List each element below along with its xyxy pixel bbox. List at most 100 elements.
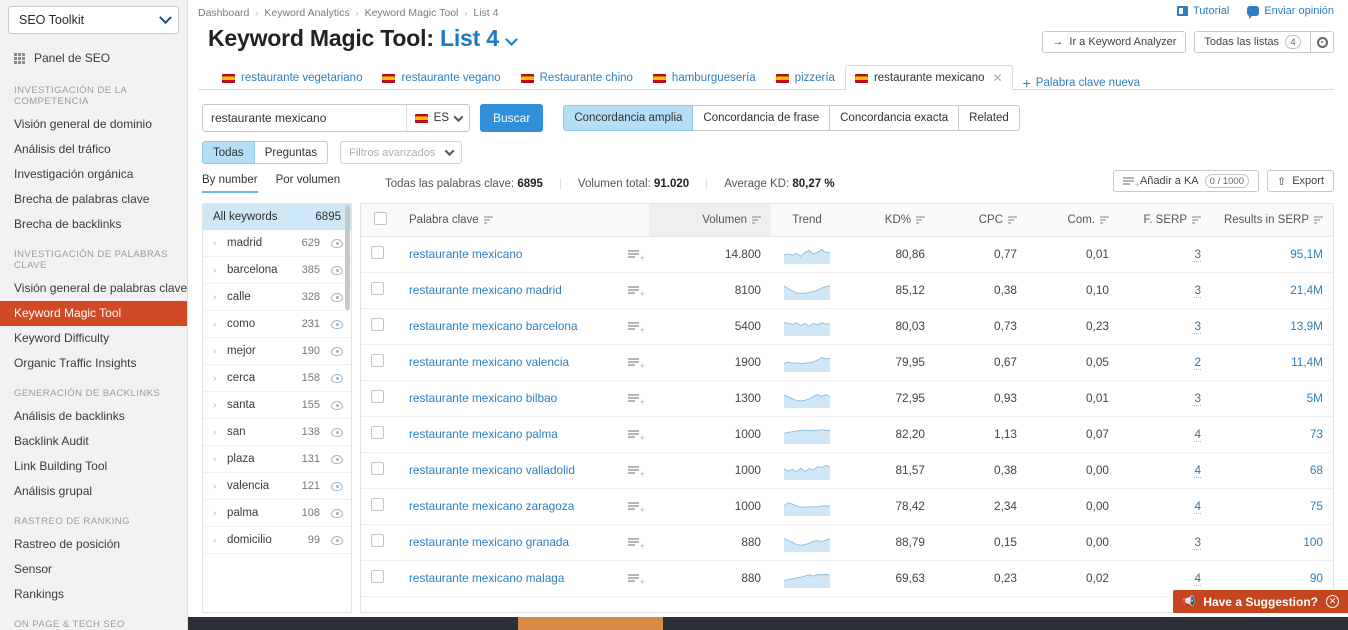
add-to-list-icon[interactable] [628,502,645,514]
keyword-link[interactable]: restaurante mexicano madrid [409,283,562,297]
row-checkbox[interactable] [371,570,384,583]
eye-icon[interactable] [331,535,343,545]
row-checkbox[interactable] [371,498,384,511]
keyword-link[interactable]: restaurante mexicano palma [409,427,558,441]
eye-icon[interactable] [331,238,343,248]
table-row[interactable]: restaurante mexicano valladolid 1000 81,57… [361,452,1333,489]
keyword-link[interactable]: restaurante mexicano [409,247,522,261]
sidebar-item-visi-n-general-de-dominio[interactable]: Visión general de dominio [0,112,187,137]
scrollbar-thumb[interactable] [518,617,663,630]
stats-tab-by-number[interactable]: By number [202,174,258,193]
table-row[interactable]: restaurante mexicano valencia190079,950,… [361,344,1333,381]
eye-icon[interactable] [331,508,343,518]
sidebar-item-brecha-de-backlinks[interactable]: Brecha de backlinks [0,212,187,237]
keyword-link[interactable]: restaurante mexicano barcelona [409,319,578,333]
keyword-link[interactable]: restaurante mexicano malaga [409,571,564,585]
filter-pill-todas[interactable]: Todas [202,141,255,164]
lists-settings-button[interactable] [1311,31,1334,53]
group-row[interactable]: › madrid 629 [203,230,351,257]
serp-features-link[interactable]: 3 [1194,535,1201,550]
keyword-tab[interactable]: restaurante vegetariano [212,65,372,90]
keyword-link[interactable]: restaurante mexicano granada [409,535,569,549]
row-checkbox[interactable] [371,318,384,331]
eye-icon[interactable] [331,292,343,302]
list-chevron-down-icon[interactable] [505,33,518,46]
results-link[interactable]: 73 [1310,427,1323,441]
chevron-right-icon[interactable]: › [213,265,221,276]
breadcrumb-item[interactable]: Keyword Magic Tool [365,7,459,19]
table-row[interactable]: restaurante mexicano bilbao 1300 72,950,93… [361,380,1333,417]
group-row[interactable]: › palma 108 [203,500,351,527]
serp-features-link[interactable]: 4 [1194,571,1201,586]
chevron-right-icon[interactable]: › [213,346,221,357]
group-row[interactable]: › san 138 [203,419,351,446]
add-to-list-icon[interactable] [628,394,645,406]
breadcrumb-item[interactable]: Keyword Analytics [264,7,349,19]
serp-features-link[interactable]: 3 [1194,319,1201,334]
sidebar-item-keyword-magic-tool[interactable]: Keyword Magic Tool [0,301,187,326]
eye-icon[interactable] [331,346,343,356]
advanced-filters-select[interactable]: Filtros avanzados [340,141,463,164]
serp-features-link[interactable]: 3 [1194,283,1201,298]
tutorial-link[interactable]: Tutorial [1177,5,1229,17]
col-kd[interactable]: KD% [843,204,935,237]
export-button[interactable]: ⇧ Export [1266,170,1334,192]
keyword-tab[interactable]: pizzería [766,65,845,90]
table-row[interactable]: restaurante mexicano barcelona540080,030… [361,308,1333,345]
keyword-tab[interactable]: restaurante mexicano ✕ [844,65,1013,90]
results-link[interactable]: 68 [1310,463,1323,477]
row-checkbox[interactable] [371,426,384,439]
col-cpc[interactable]: CPC [935,204,1027,237]
row-checkbox[interactable] [371,462,384,475]
group-row[interactable]: › calle 328 [203,284,351,311]
group-row[interactable]: › santa 155 [203,392,351,419]
eye-icon[interactable] [331,481,343,491]
suggestion-banner[interactable]: 📢 Have a Suggestion? ✕ [1172,590,1348,613]
match-type-concordancia-exacta[interactable]: Concordancia exacta [830,105,960,131]
go-to-keyword-analyzer-button[interactable]: → Ir a Keyword Analyzer [1042,31,1187,53]
sidebar-item-link-building-tool[interactable]: Link Building Tool [0,454,187,479]
row-checkbox[interactable] [371,354,384,367]
eye-icon[interactable] [331,427,343,437]
group-row[interactable]: › plaza 131 [203,446,351,473]
row-checkbox[interactable] [371,534,384,547]
add-to-list-icon[interactable] [628,538,645,550]
group-row[interactable]: › barcelona 385 [203,257,351,284]
add-to-ka-button[interactable]: Añadir a KA 0 / 1000 [1112,170,1259,192]
close-icon[interactable]: ✕ [1326,595,1339,608]
sidebar-item-dashboard[interactable]: Panel de SEO [0,44,187,73]
keyword-link[interactable]: restaurante mexicano bilbao [409,391,557,405]
chevron-right-icon[interactable]: › [213,427,221,438]
add-to-list-icon[interactable] [628,574,645,586]
sidebar-item-investigaci-n-org-nica[interactable]: Investigación orgánica [0,162,187,187]
keyword-tab[interactable]: hamburguesería [643,65,766,90]
results-link[interactable]: 5M [1307,391,1323,405]
match-type-concordancia-amplia[interactable]: Concordancia amplia [563,105,694,131]
sidebar-item-rankings[interactable]: Rankings [0,582,187,607]
sidebar-item-visi-n-general-de-palabras-clave[interactable]: Visión general de palabras clave [0,276,187,301]
eye-icon[interactable] [331,319,343,329]
group-row[interactable]: › mejor 190 [203,338,351,365]
eye-icon[interactable] [331,373,343,383]
col-fserp[interactable]: F. SERP [1119,204,1211,237]
table-row[interactable]: restaurante mexicano palma 1000 82,201,130… [361,416,1333,453]
keyword-link[interactable]: restaurante mexicano valladolid [409,463,575,477]
add-to-list-icon[interactable] [628,358,645,370]
group-all-keywords[interactable]: All keywords 6895 [203,204,351,230]
chevron-right-icon[interactable]: › [213,454,221,465]
chevron-right-icon[interactable]: › [213,481,221,492]
chevron-right-icon[interactable]: › [213,319,221,330]
serp-features-link[interactable]: 3 [1194,391,1201,406]
toolkit-select[interactable]: SEO Toolkit [8,6,179,34]
language-select[interactable]: ES [405,105,469,131]
select-all-checkbox[interactable] [373,211,387,225]
keyword-link[interactable]: restaurante mexicano valencia [409,355,569,369]
sidebar-item-an-lisis-de-backlinks[interactable]: Análisis de backlinks [0,404,187,429]
groups-scrollbar[interactable] [345,205,350,310]
horizontal-scrollbar[interactable] [188,617,1348,630]
results-link[interactable]: 75 [1310,499,1323,513]
results-link[interactable]: 11,4M [1291,355,1323,369]
col-volume[interactable]: Volumen [649,204,771,237]
chevron-right-icon[interactable]: › [213,373,221,384]
col-com[interactable]: Com. [1027,204,1119,237]
